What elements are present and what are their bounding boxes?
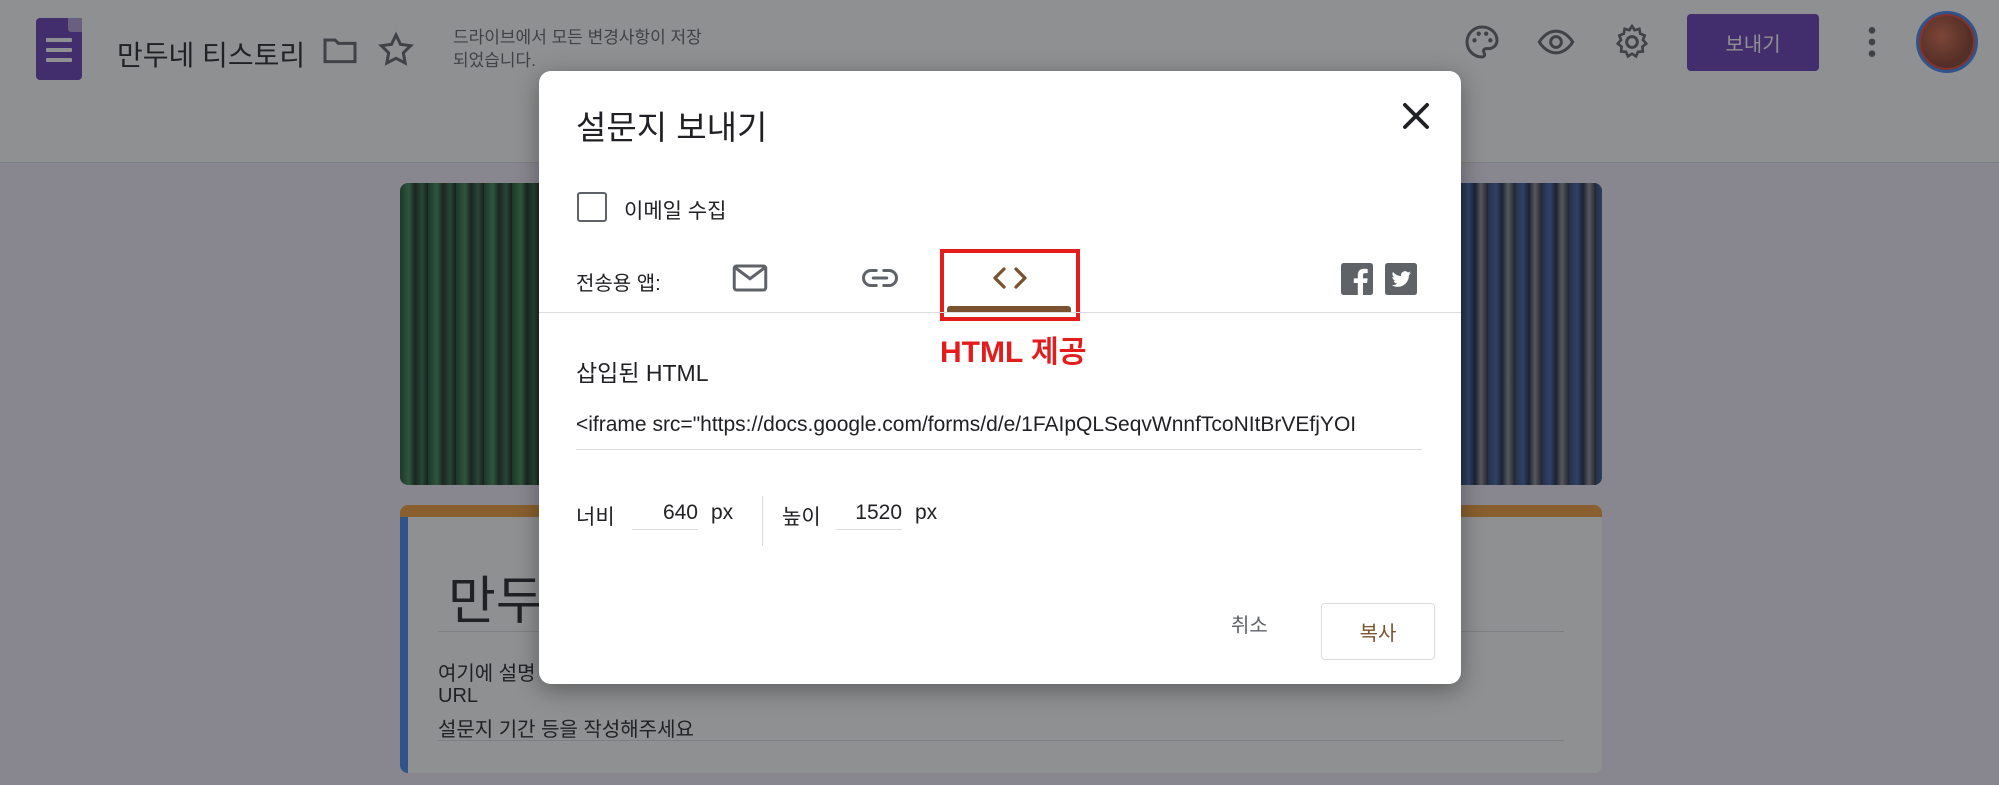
dialog-title: 설문지 보내기 xyxy=(576,109,768,146)
collect-email-checkbox[interactable] xyxy=(577,192,607,222)
cancel-button[interactable]: 취소 xyxy=(1231,609,1268,638)
dimension-divider xyxy=(762,496,763,546)
send-form-dialog: 설문지 보내기 이메일 수집 전송용 앱: HTML 제공 삽입된 HTML <… xyxy=(539,71,1461,684)
width-unit: px xyxy=(711,501,734,524)
tab-divider xyxy=(539,312,1461,313)
height-label: 높이 xyxy=(782,506,821,529)
send-via-label: 전송용 앱: xyxy=(576,273,661,295)
mail-icon[interactable] xyxy=(732,263,768,293)
highlight-box xyxy=(940,249,1080,321)
copy-button[interactable]: 복사 xyxy=(1321,603,1435,660)
close-icon[interactable] xyxy=(1397,97,1435,135)
width-label: 너비 xyxy=(576,506,615,529)
height-input[interactable]: 1520 xyxy=(836,501,902,530)
collect-email-label[interactable]: 이메일 수집 xyxy=(624,195,726,225)
embed-code-field[interactable]: <iframe src="https://docs.google.com/for… xyxy=(576,413,1422,437)
embed-section-title: 삽입된 HTML xyxy=(576,360,709,386)
height-unit: px xyxy=(915,501,938,524)
annotation-label: HTML 제공 xyxy=(940,336,1087,369)
twitter-icon[interactable] xyxy=(1385,263,1417,295)
facebook-icon[interactable] xyxy=(1341,263,1373,295)
width-input[interactable]: 640 xyxy=(632,501,698,530)
link-icon[interactable] xyxy=(862,264,898,292)
